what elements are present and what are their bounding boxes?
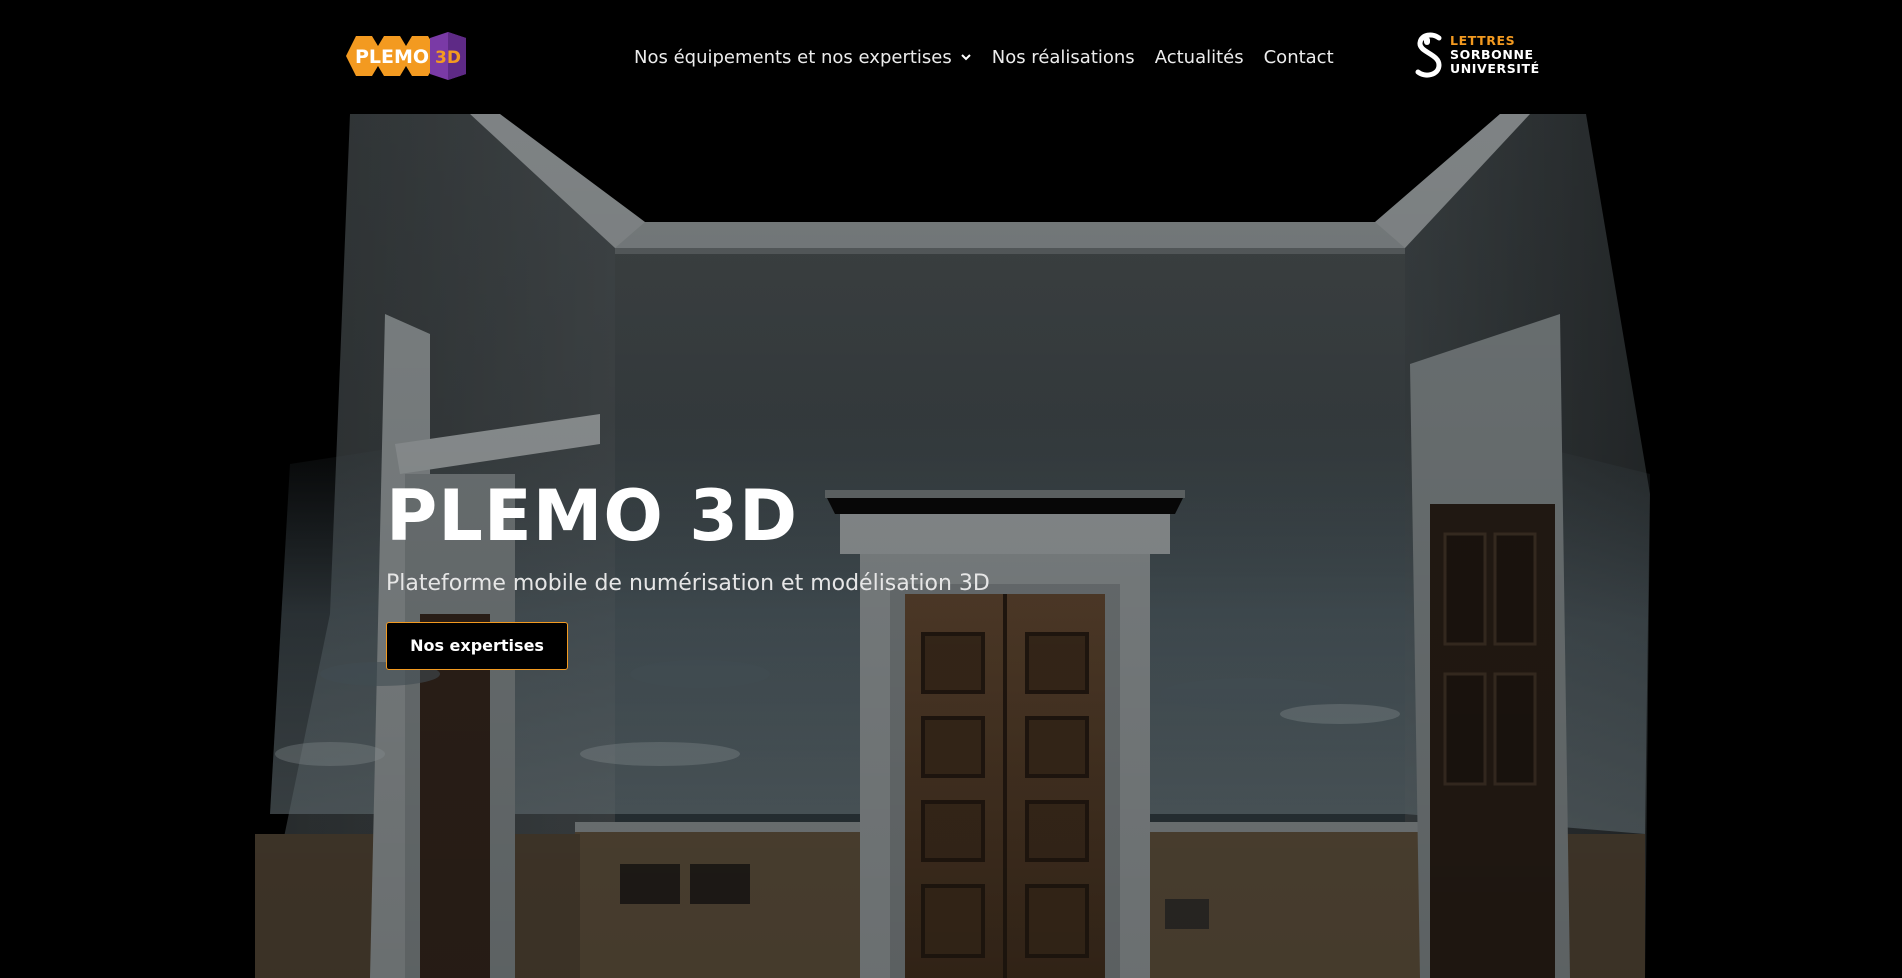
hero-subtitle: Plateforme mobile de numérisation et mod… bbox=[386, 571, 990, 596]
sorbonne-wordmark: LETTRES SORBONNE UNIVERSITÉ bbox=[1450, 34, 1540, 76]
nav-item-actualites[interactable]: Actualités bbox=[1155, 47, 1244, 68]
nav-item-contact[interactable]: Contact bbox=[1264, 47, 1334, 68]
svg-text:PLEMO: PLEMO bbox=[355, 46, 429, 68]
sorbonne-line-2: SORBONNE bbox=[1450, 47, 1534, 62]
main-nav: Nos équipements et nos expertises Nos ré… bbox=[634, 42, 1334, 72]
page: PLEMO 3D Nos équipements et nos expertis… bbox=[0, 0, 1902, 978]
hero-title: PLEMO 3D bbox=[386, 475, 799, 557]
site-header: PLEMO 3D Nos équipements et nos expertis… bbox=[0, 0, 1902, 114]
plemo-logo-icon: PLEMO 3D bbox=[346, 32, 466, 80]
svg-text:3D: 3D bbox=[435, 48, 461, 68]
sorbonne-s-icon bbox=[1415, 32, 1442, 78]
plemo-3d-logo[interactable]: PLEMO 3D bbox=[346, 32, 468, 80]
hero-section: PLEMO 3D Plateforme mobile de numérisati… bbox=[0, 114, 1902, 978]
sorbonne-line-3: UNIVERSITÉ bbox=[1450, 61, 1540, 76]
sorbonne-universite-logo[interactable]: LETTRES SORBONNE UNIVERSITÉ bbox=[1415, 32, 1539, 82]
sorbonne-line-1: LETTRES bbox=[1450, 33, 1516, 48]
nav-item-realisations[interactable]: Nos réalisations bbox=[992, 47, 1135, 68]
nav-item-label: Nos équipements et nos expertises bbox=[634, 46, 952, 68]
hero-content: PLEMO 3D Plateforme mobile de numérisati… bbox=[386, 474, 990, 670]
chevron-down-icon bbox=[961, 54, 971, 61]
nos-expertises-button[interactable]: Nos expertises bbox=[386, 622, 568, 670]
nav-item-equipements[interactable]: Nos équipements et nos expertises bbox=[634, 47, 972, 68]
